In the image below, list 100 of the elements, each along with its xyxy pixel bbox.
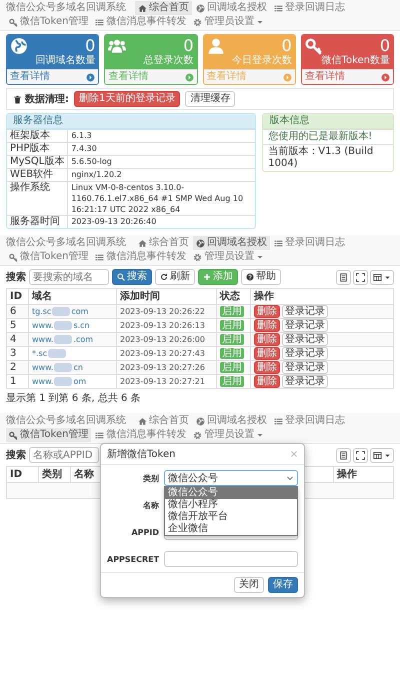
add-button[interactable]: 添加 <box>198 269 238 285</box>
delete-button[interactable]: 删除 <box>254 319 280 332</box>
status-badge: 启用 <box>220 306 244 317</box>
delete-button[interactable]: 删除 <box>254 361 280 374</box>
nav-item[interactable]: 登录回调日志 <box>271 236 348 250</box>
search-field[interactable]: 要搜索的域名 <box>29 269 109 285</box>
stat-label: 回调域名数量 <box>34 55 96 67</box>
login-records-button[interactable]: 登录记录 <box>282 305 328 318</box>
nav-item[interactable]: 微信消息事件转发 <box>92 428 190 442</box>
status-badge: 启用 <box>220 362 244 373</box>
stat-label: 微信Token数量 <box>320 55 390 67</box>
field-label: 类别 <box>142 472 159 484</box>
nav-item[interactable]: 登录回调日志 <box>271 414 348 428</box>
field-label: APPID <box>130 528 159 536</box>
search-label: 搜索 <box>6 270 26 284</box>
table-cell: 2023-09-13 20:26:22 <box>116 304 216 318</box>
pagination-info: 显示第 1 到第 6 条, 总共 6 条 <box>5 392 142 406</box>
field-label: APPSECRET <box>107 554 159 564</box>
nav-item[interactable]: 微信Token管理 <box>6 428 92 442</box>
dropdown-option[interactable]: 微信开放平台 <box>165 511 297 523</box>
info-label: 操作系统 <box>7 182 68 216</box>
modal-title: 新增微信Token <box>107 448 176 461</box>
delete-button[interactable]: 删除 <box>254 347 280 360</box>
stat-value: 0 <box>380 37 390 55</box>
table-cell: 2023-09-13 20:26:00 <box>116 332 216 346</box>
info-value: 7.4.30 <box>68 142 256 156</box>
info-label: 服务器时间 <box>7 216 68 228</box>
delete-logs-button[interactable]: 删除1天前的登录记录 <box>74 91 180 107</box>
nav-item[interactable]: 综合首页 <box>135 414 192 428</box>
stat-value: 0 <box>85 37 96 55</box>
nav-item[interactable]: 综合首页 <box>135 236 192 250</box>
login-records-button[interactable]: 登录记录 <box>282 347 328 360</box>
delete-button[interactable]: 删除 <box>254 333 280 346</box>
table-cell: 2023-09-13 20:27:26 <box>116 360 216 374</box>
status-badge: 启用 <box>220 376 244 387</box>
stat-value: 0 <box>282 37 292 55</box>
info-value: 5.6.50-log <box>68 156 256 168</box>
brand-title[interactable]: 微信公众号多域名回调系统 <box>6 236 134 250</box>
login-records-button[interactable]: 登录记录 <box>282 333 328 346</box>
column-header: ID <box>6 466 38 482</box>
stat-label: 总登录次数 <box>142 55 194 67</box>
nav-item[interactable]: 综合首页 <box>135 1 192 15</box>
help-button[interactable]: 帮助 <box>241 269 281 285</box>
info-value: 6.1.3 <box>68 130 256 142</box>
table-cell: 6 <box>6 304 28 318</box>
save-button[interactable]: 保存 <box>268 577 298 593</box>
info-label: MySQL版本 <box>7 156 68 168</box>
column-header: 添加时间 <box>116 288 216 304</box>
info-label: WEB软件 <box>7 168 68 182</box>
table-cell: 1 <box>6 374 28 388</box>
field-label: 名称 <box>142 500 159 510</box>
status-badge: 启用 <box>220 334 244 345</box>
clear-cache-button[interactable]: 清理缓存 <box>185 91 236 107</box>
nav-item[interactable]: 微信Token管理 <box>6 15 92 29</box>
dropdown-option[interactable]: 微信小程序 <box>165 499 297 511</box>
type-select[interactable]: 微信公众号 <box>164 470 298 486</box>
cleanup-label: 数据清理: <box>25 92 69 106</box>
panel-title: 版本信息 <box>263 114 393 129</box>
delete-button[interactable]: 删除 <box>254 375 280 388</box>
column-header: ID <box>6 288 28 304</box>
column-header: 操作 <box>250 288 394 304</box>
current-version: 当前版本：V1.3 (Build 1004) <box>263 144 393 171</box>
table-cell: 2 <box>6 360 28 374</box>
info-value: 2023-09-13 20:26:40 <box>68 216 256 228</box>
brand-title[interactable]: 微信公众号多域名回调系统 <box>6 414 134 428</box>
nav-item[interactable]: 管理员设置 <box>190 15 268 29</box>
login-records-button[interactable]: 登录记录 <box>282 361 328 374</box>
delete-button[interactable]: 删除 <box>254 305 280 318</box>
status-badge: 启用 <box>220 348 244 359</box>
info-value: Linux VM-0-8-centos 3.10.0-1160.76.1.el7.x86_64 #1 SMP Wed Aug 10 16:21:17 UTC 2022 x86_64 <box>68 182 256 216</box>
nav-item[interactable]: 管理员设置 <box>190 250 268 264</box>
panel-title: 服务器信息 <box>7 114 256 129</box>
login-records-button[interactable]: 登录记录 <box>282 319 328 332</box>
dropdown-option[interactable]: 企业微信 <box>165 523 297 535</box>
column-header: 域名 <box>28 288 116 304</box>
info-value: nginx/1.20.2 <box>68 168 256 182</box>
login-records-button[interactable]: 登录记录 <box>282 375 328 388</box>
search-button[interactable]: 搜索 <box>112 269 152 285</box>
nav-item[interactable]: 回调域名授权 <box>193 1 270 15</box>
info-label: 框架版本 <box>7 130 68 142</box>
stat-label: 今日登录次数 <box>230 55 292 67</box>
nav-item[interactable]: 回调域名授权 <box>193 414 270 428</box>
search-field[interactable]: 名称或APPID <box>29 447 99 463</box>
nav-item[interactable]: 微信消息事件转发 <box>92 250 190 264</box>
nav-item[interactable]: 管理员设置 <box>190 428 268 442</box>
table-cell: 4 <box>6 332 28 346</box>
cancel-button[interactable]: 关闭 <box>234 577 264 593</box>
refresh-button[interactable]: 刷新 <box>155 269 195 285</box>
status-badge: 启用 <box>220 320 244 331</box>
stat-value: 0 <box>183 37 194 55</box>
search-label: 搜索 <box>6 448 26 462</box>
info-label: PHP版本 <box>7 142 68 156</box>
brand-title[interactable]: 微信公众号多域名回调系统 <box>6 1 134 15</box>
dropdown-option[interactable]: 微信公众号 <box>165 487 297 499</box>
nav-item[interactable]: 微信Token管理 <box>6 250 92 264</box>
update-message: 您使用的已是最新版本! <box>263 129 393 144</box>
nav-item[interactable]: 微信消息事件转发 <box>92 15 190 29</box>
table-cell: 2023-09-13 20:27:21 <box>116 374 216 388</box>
nav-item[interactable]: 回调域名授权 <box>193 236 270 250</box>
nav-item[interactable]: 登录回调日志 <box>271 1 348 15</box>
